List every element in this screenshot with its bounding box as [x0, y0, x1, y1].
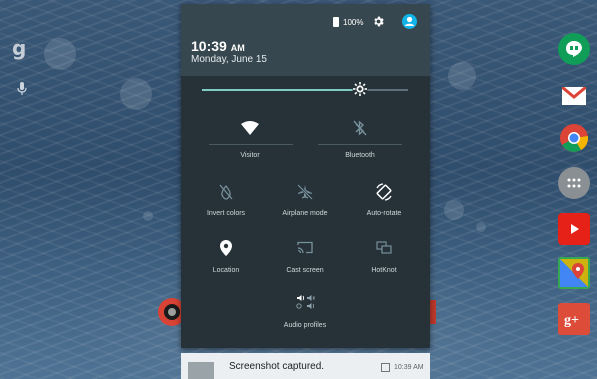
- tile-airplane-mode[interactable]: Airplane mode: [265, 180, 345, 226]
- tile-hotknot[interactable]: HotKnot: [344, 236, 424, 282]
- battery-percent: 100%: [343, 18, 364, 27]
- tile-invert-colors[interactable]: Invert colors: [186, 180, 266, 226]
- tile-label: Airplane mode: [282, 210, 328, 217]
- gmail-icon[interactable]: [558, 80, 590, 112]
- tile-auto-rotate[interactable]: Auto-rotate: [344, 180, 424, 226]
- notification-time: 10:39 AM: [394, 364, 424, 371]
- tile-wifi[interactable]: Visitor: [205, 114, 295, 168]
- home-app-icon-edge: [430, 300, 436, 324]
- wallpaper-bubble: [120, 78, 152, 110]
- screenshot-thumbnail: [188, 362, 214, 379]
- notification-card[interactable]: Screenshot captured. 10:39 AM: [181, 353, 430, 379]
- date-label: Monday, June 15: [191, 54, 267, 65]
- bluetooth-off-icon: [353, 120, 367, 136]
- hangouts-icon[interactable]: [558, 33, 590, 65]
- wallpaper-bubble: [476, 222, 486, 232]
- invert-colors-icon: [219, 184, 233, 200]
- svg-text:g+: g+: [564, 313, 579, 327]
- hotknot-icon: [376, 241, 392, 254]
- google-search-icon[interactable]: g: [12, 36, 26, 60]
- tile-divider: [318, 144, 402, 145]
- app-drawer-icon[interactable]: [558, 167, 590, 199]
- tile-label: Cast screen: [286, 267, 324, 274]
- tile-label: Visitor: [240, 152, 260, 159]
- auto-rotate-icon: [376, 183, 392, 201]
- wallpaper-bubble: [44, 38, 76, 70]
- wifi-icon: [241, 121, 259, 135]
- account-icon[interactable]: [402, 14, 417, 29]
- tile-label: HotKnot: [371, 267, 397, 274]
- airplane-icon: [297, 184, 313, 200]
- gear-icon[interactable]: [372, 15, 385, 28]
- google-plus-icon[interactable]: g+: [558, 303, 590, 335]
- microphone-icon[interactable]: [17, 82, 27, 96]
- clock-time: 10:39 AM: [191, 38, 245, 54]
- tile-cast-screen[interactable]: Cast screen: [265, 236, 345, 282]
- screenshot-icon: [381, 363, 390, 372]
- clock-ampm: AM: [230, 43, 245, 53]
- battery-icon: [333, 17, 339, 27]
- home-app-icon[interactable]: [152, 294, 182, 330]
- tile-label: Invert colors: [206, 210, 246, 217]
- tile-label: Bluetooth: [345, 152, 375, 159]
- youtube-icon[interactable]: [558, 213, 590, 245]
- tile-audio-profiles[interactable]: Audio profiles: [265, 290, 345, 338]
- tile-label: Auto-rotate: [366, 210, 402, 217]
- maps-icon[interactable]: [558, 257, 590, 289]
- tile-divider: [209, 144, 293, 145]
- cast-icon: [297, 241, 313, 254]
- location-pin-icon: [220, 240, 232, 256]
- tile-location[interactable]: Location: [186, 236, 266, 282]
- tile-label: Location: [212, 267, 240, 274]
- wallpaper-bubble: [444, 200, 464, 220]
- notification-shade: 100% 10:39 AM Monday, June 15 Visitor Bl…: [181, 4, 430, 348]
- brightness-icon[interactable]: [352, 81, 368, 97]
- wallpaper-bubble: [143, 211, 153, 221]
- audio-profiles-icon: [296, 295, 315, 309]
- chrome-icon[interactable]: [558, 122, 590, 154]
- shade-header: 100% 10:39 AM Monday, June 15: [181, 4, 430, 76]
- notification-title: Screenshot captured.: [229, 361, 325, 372]
- brightness-fill: [202, 89, 359, 91]
- tile-bluetooth[interactable]: Bluetooth: [315, 114, 405, 168]
- brightness-slider[interactable]: [202, 89, 408, 91]
- tile-label: Audio profiles: [283, 322, 327, 329]
- wallpaper-bubble: [448, 62, 476, 90]
- clock-hours: 10:39: [191, 38, 227, 54]
